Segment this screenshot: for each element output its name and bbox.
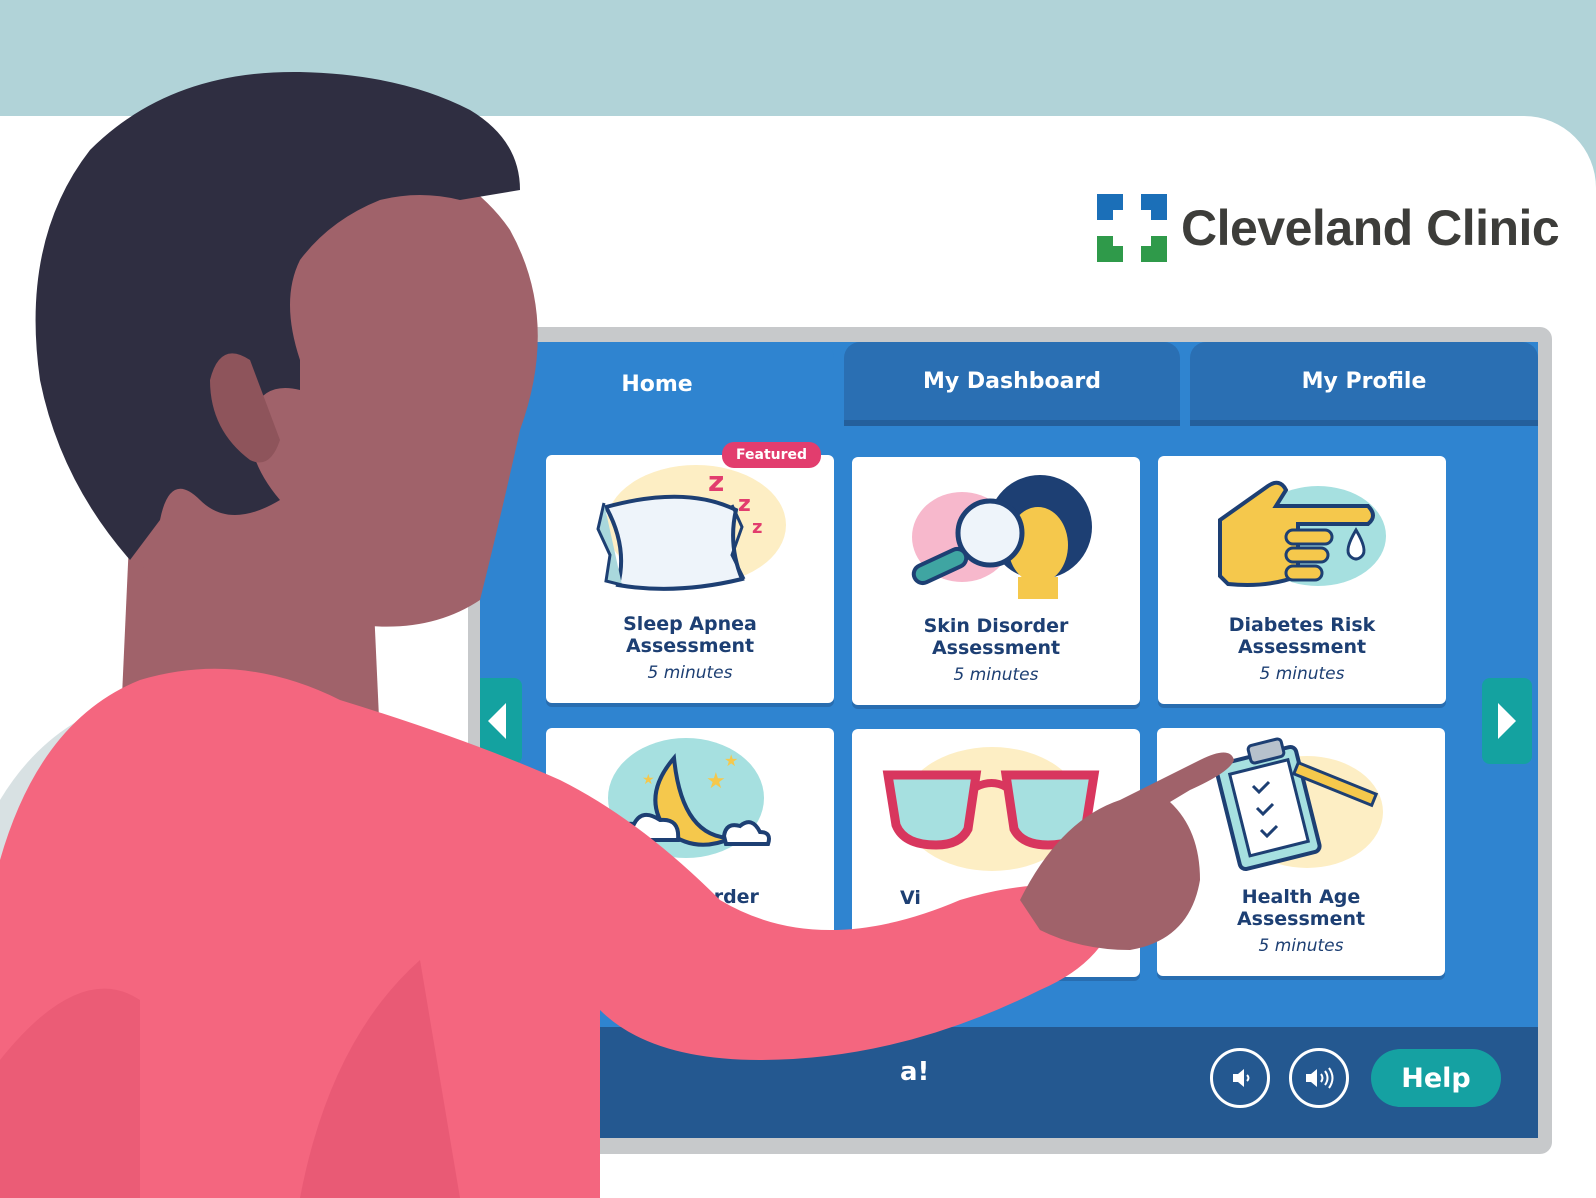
card-duration: 5 minutes (647, 663, 733, 683)
tab-my-dashboard[interactable]: My Dashboard (844, 342, 1180, 426)
kiosk-screen: Home My Dashboard My Profile Featured z … (480, 342, 1538, 1138)
card-skin-disorder[interactable]: Skin Disorder Assessment 5 minutes (852, 457, 1140, 705)
card-health-age[interactable]: Health Age Assessment 5 minutes (1157, 728, 1445, 976)
chevron-right-icon (1498, 703, 1516, 739)
cleveland-clinic-logo: Cleveland Clinic (1097, 193, 1560, 263)
tab-my-profile[interactable]: My Profile (1190, 342, 1538, 426)
pillow-icon: z z z (546, 455, 834, 605)
card-title: Vi (900, 887, 921, 909)
svg-text:z: z (738, 492, 751, 517)
card-title: Diabetes Risk Assessment (1228, 614, 1376, 658)
card-title: Skin Disorder Assessment (923, 615, 1069, 659)
volume-up-icon (1306, 1067, 1334, 1089)
card-duration: 5 minutes (953, 665, 1039, 685)
tab-profile-label: My Profile (1301, 368, 1427, 394)
svg-text:★: ★ (724, 751, 738, 770)
clipboard-icon (1157, 728, 1445, 878)
card-title: Health Age Assessment (1236, 886, 1366, 930)
footer-message: a! (900, 1057, 930, 1087)
glasses-icon (852, 729, 1140, 879)
card-duration: 5 minutes (1259, 664, 1345, 684)
finger-drop-icon (1158, 456, 1446, 606)
moon-clouds-icon: ★ ★ ★ (546, 728, 834, 878)
card-duration: 5 minutes (1258, 936, 1344, 956)
tab-home-label: Home (621, 371, 693, 397)
card-title: eep Disorder essment (621, 886, 759, 930)
card-vision[interactable]: Vi (852, 729, 1140, 977)
chevron-left-icon (488, 703, 506, 739)
svg-text:★: ★ (706, 769, 726, 794)
card-sleep-disorder[interactable]: ★ ★ ★ eep Disorder essment tes (546, 728, 834, 976)
svg-text:z: z (708, 465, 724, 498)
volume-down-icon (1233, 1069, 1250, 1087)
clinic-name: Cleveland Clinic (1181, 200, 1560, 256)
volume-down-button[interactable] (1210, 1048, 1270, 1108)
tab-home[interactable]: Home (480, 342, 834, 426)
help-button[interactable]: Help (1371, 1049, 1501, 1107)
magnifier-face-icon (852, 457, 1140, 607)
prev-arrow-button[interactable] (480, 678, 522, 764)
card-diabetes-risk[interactable]: Diabetes Risk Assessment 5 minutes (1158, 456, 1446, 704)
card-sleep-apnea[interactable]: Featured z z z Sleep Apnea Assessment 5 … (546, 442, 834, 703)
card-title: Sleep Apnea Assessment (623, 613, 757, 657)
next-arrow-button[interactable] (1482, 678, 1532, 764)
clinic-cross-icon (1097, 194, 1167, 262)
card-duration: tes (677, 936, 703, 956)
svg-text:★: ★ (642, 772, 655, 788)
tab-dashboard-label: My Dashboard (922, 368, 1102, 394)
footer-bar: a! Help (480, 1027, 1538, 1138)
svg-text:z: z (752, 517, 762, 538)
volume-up-button[interactable] (1289, 1048, 1349, 1108)
